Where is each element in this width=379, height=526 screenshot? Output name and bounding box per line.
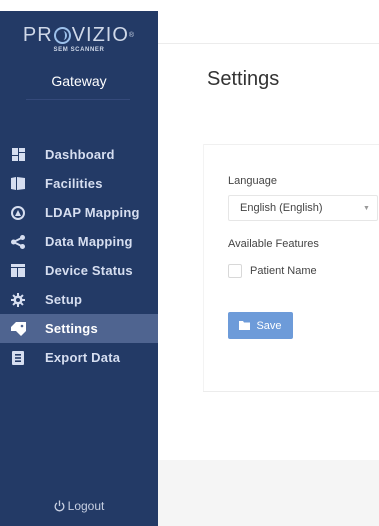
card-border-top: [203, 144, 379, 145]
logo-o-mark-icon: [53, 27, 71, 44]
sidebar-item-data-mapping[interactable]: Data Mapping: [0, 227, 158, 256]
language-select-value: English (English): [240, 202, 323, 214]
logo-wordmark: PR VIZIO ®: [0, 24, 158, 47]
available-features-label: Available Features: [228, 238, 319, 250]
sidebar-nav: Dashboard Facilities LDAP Mapping Data M…: [0, 140, 158, 372]
sidebar-item-label: LDAP Mapping: [45, 205, 140, 220]
sidebar-item-dashboard[interactable]: Dashboard: [0, 140, 158, 169]
logo-text-right: VIZIO: [71, 24, 129, 46]
power-icon: [54, 500, 65, 512]
share-icon: [10, 234, 26, 250]
logo-subtitle: SEM SCANNER: [53, 47, 105, 53]
sidebar-item-setup[interactable]: Setup: [0, 285, 158, 314]
logo: PR VIZIO ® SEM SCANNER: [0, 24, 158, 53]
export-icon: [10, 350, 26, 366]
sidebar-item-label: Settings: [45, 321, 98, 336]
chevron-down-icon: ▼: [363, 205, 370, 212]
sidebar-item-ldap-mapping[interactable]: LDAP Mapping: [0, 198, 158, 227]
sidebar-item-export-data[interactable]: Export Data: [0, 343, 158, 372]
feature-patient-name-row: Patient Name: [228, 264, 317, 278]
settings-tag-icon: [10, 321, 26, 337]
page-title: Settings: [207, 68, 280, 90]
gear-icon: [10, 292, 26, 308]
logout-label: Logout: [67, 499, 105, 513]
footer: [158, 460, 379, 526]
sidebar-item-label: Dashboard: [45, 147, 115, 162]
header-divider: [158, 43, 379, 44]
sidebar-item-label: Setup: [45, 292, 83, 307]
sidebar-top-strip: [0, 0, 158, 11]
sidebar: PR VIZIO ® SEM SCANNER Gateway Dashboard F…: [0, 0, 158, 526]
language-label: Language: [228, 175, 277, 187]
sidebar-item-settings[interactable]: Settings: [0, 314, 158, 343]
patient-name-label[interactable]: Patient Name: [250, 265, 317, 277]
language-select[interactable]: English (English) ▼: [228, 195, 378, 221]
card-border-bottom: [203, 391, 379, 392]
patient-name-checkbox[interactable]: [228, 264, 242, 278]
save-button[interactable]: Save: [228, 312, 293, 339]
sidebar-item-label: Data Mapping: [45, 234, 133, 249]
folder-icon: [239, 321, 251, 330]
logo-trademark: ®: [128, 32, 136, 39]
logout-button[interactable]: Logout: [0, 499, 158, 513]
dashboard-icon: [10, 147, 26, 163]
save-button-label: Save: [256, 319, 282, 332]
sidebar-item-facilities[interactable]: Facilities: [0, 169, 158, 198]
logo-text-left: PR: [22, 24, 53, 46]
sidebar-item-label: Export Data: [45, 350, 121, 365]
sidebar-item-device-status[interactable]: Device Status: [0, 256, 158, 285]
facilities-icon: [10, 176, 26, 192]
card-border-left: [203, 144, 204, 392]
ldap-icon: [10, 205, 26, 221]
app-name: Gateway: [51, 73, 107, 89]
sidebar-divider: [26, 99, 130, 100]
sidebar-item-label: Facilities: [45, 176, 103, 191]
sidebar-item-label: Device Status: [45, 263, 133, 278]
device-status-icon: [10, 263, 26, 279]
